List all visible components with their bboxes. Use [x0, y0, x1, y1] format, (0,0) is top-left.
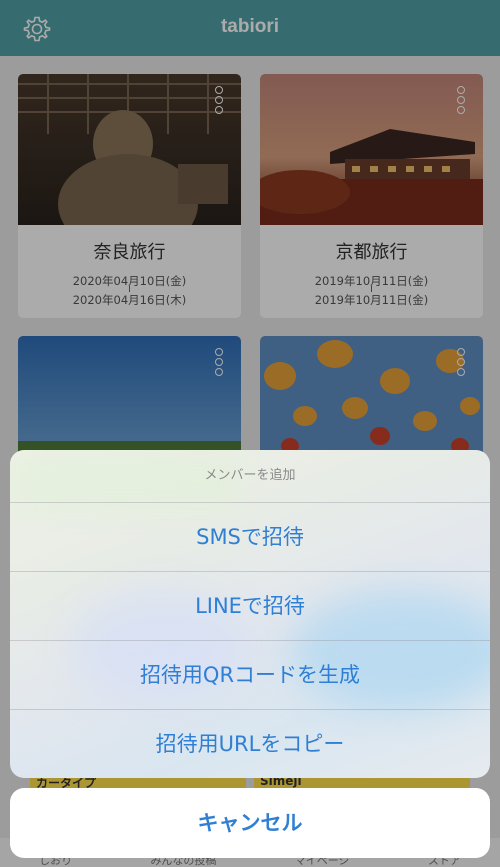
action-sheet: メンバーを追加 SMSで招待 LINEで招待 招待用QRコードを生成 招待用UR… — [10, 450, 490, 778]
action-sheet-title: メンバーを追加 — [204, 468, 296, 483]
copy-invite-url-button[interactable]: 招待用URLをコピー — [10, 709, 490, 778]
generate-invite-qr-button[interactable]: 招待用QRコードを生成 — [10, 640, 490, 709]
cancel-button[interactable]: キャンセル — [10, 788, 490, 858]
invite-via-line-button[interactable]: LINEで招待 — [10, 571, 490, 640]
invite-via-sms-button[interactable]: SMSで招待 — [10, 502, 490, 571]
